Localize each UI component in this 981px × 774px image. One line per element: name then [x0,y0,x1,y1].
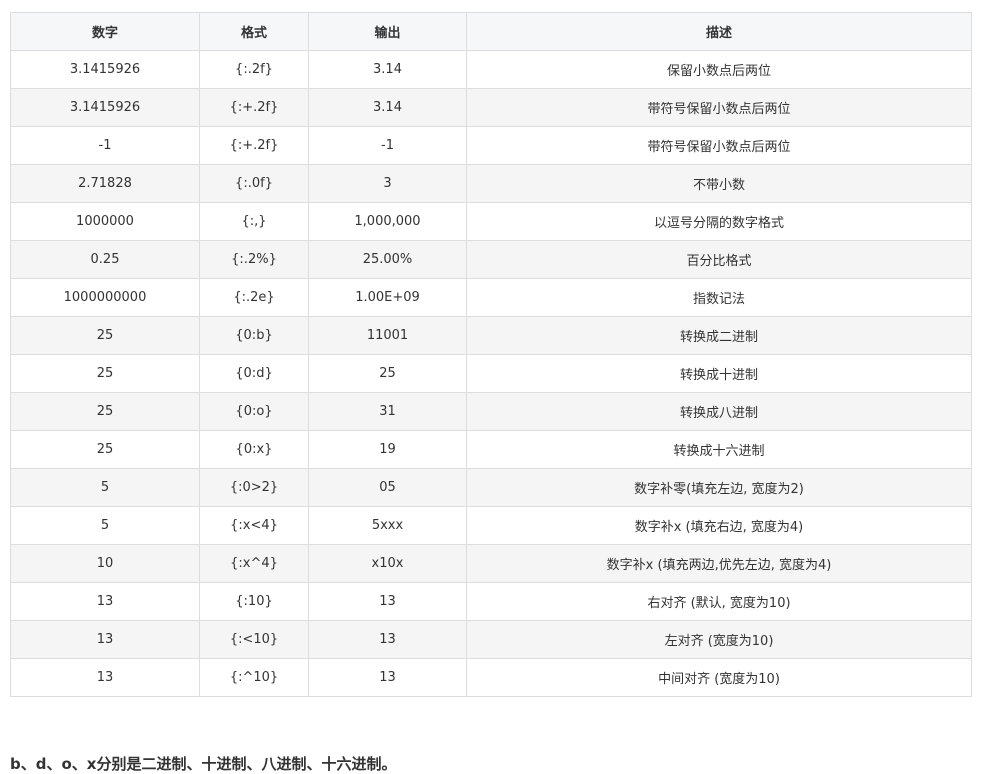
cell-output: 31 [308,392,467,431]
format-table-container: 数字 格式 输出 描述 3.1415926 {:.2f} 3.14 保留小数点后两位 … [10,12,972,697]
table-row: 0.25 {:.2%} 25.00% 百分比格式 [10,240,972,279]
cell-number: 3.1415926 [10,50,200,89]
cell-number: 5 [10,506,200,545]
cell-description: 左对齐 (宽度为10) [466,620,972,659]
cell-output: -1 [308,126,467,165]
cell-format: {:<10} [199,620,309,659]
cell-format: {:0>2} [199,468,309,507]
cell-number: 25 [10,430,200,469]
table-header-row: 数字 格式 输出 描述 [10,12,972,51]
table-row: 13 {:^10} 13 中间对齐 (宽度为10) [10,658,972,697]
cell-output: 3.14 [308,88,467,127]
cell-number: 5 [10,468,200,507]
cell-format: {:.2f} [199,50,309,89]
cell-output: 13 [308,582,467,621]
cell-format: {:x^4} [199,544,309,583]
format-table: 数字 格式 输出 描述 3.1415926 {:.2f} 3.14 保留小数点后两位 … [10,12,972,697]
cell-description: 中间对齐 (宽度为10) [466,658,972,697]
cell-format: {0:o} [199,392,309,431]
cell-output: 19 [308,430,467,469]
cell-description: 转换成八进制 [466,392,972,431]
cell-description: 保留小数点后两位 [466,50,972,89]
cell-number: 25 [10,354,200,393]
cell-output: 05 [308,468,467,507]
cell-description: 转换成十进制 [466,354,972,393]
cell-description: 右对齐 (默认, 宽度为10) [466,582,972,621]
header-format: 格式 [199,12,309,51]
cell-description: 带符号保留小数点后两位 [466,126,972,165]
cell-format: {:10} [199,582,309,621]
cell-description: 带符号保留小数点后两位 [466,88,972,127]
table-row: 3.1415926 {:.2f} 3.14 保留小数点后两位 [10,50,972,89]
table-row: 5 {:0>2} 05 数字补零(填充左边, 宽度为2) [10,468,972,507]
cell-output: 25 [308,354,467,393]
table-row: 3.1415926 {:+.2f} 3.14 带符号保留小数点后两位 [10,88,972,127]
table-row: 2.71828 {:.0f} 3 不带小数 [10,164,972,203]
cell-format: {0:d} [199,354,309,393]
cell-output: 13 [308,620,467,659]
table-row: -1 {:+.2f} -1 带符号保留小数点后两位 [10,126,972,165]
cell-format: {:.2%} [199,240,309,279]
header-number: 数字 [10,12,200,51]
cell-description: 不带小数 [466,164,972,203]
cell-format: {:^10} [199,658,309,697]
cell-output: x10x [308,544,467,583]
cell-number: 1000000000 [10,278,200,317]
table-row: 25 {0:o} 31 转换成八进制 [10,392,972,431]
table-body: 3.1415926 {:.2f} 3.14 保留小数点后两位 3.1415926 {:+… [10,50,972,697]
table-row: 5 {:x<4} 5xxx 数字补x (填充右边, 宽度为4) [10,506,972,545]
cell-description: 转换成二进制 [466,316,972,355]
table-row: 10 {:x^4} x10x 数字补x (填充两边,优先左边, 宽度为4) [10,544,972,583]
cell-number: 2.71828 [10,164,200,203]
cell-description: 以逗号分隔的数字格式 [466,202,972,241]
cell-number: 13 [10,658,200,697]
cell-output: 11001 [308,316,467,355]
cell-format: {0:x} [199,430,309,469]
table-row: 25 {0:d} 25 转换成十进制 [10,354,972,393]
cell-output: 5xxx [308,506,467,545]
header-description: 描述 [466,12,972,51]
cell-format: {:.0f} [199,164,309,203]
cell-format: {:x<4} [199,506,309,545]
cell-number: 1000000 [10,202,200,241]
cell-description: 数字补x (填充右边, 宽度为4) [466,506,972,545]
header-output: 输出 [308,12,467,51]
cell-description: 数字补x (填充两边,优先左边, 宽度为4) [466,544,972,583]
cell-format: {0:b} [199,316,309,355]
cell-number: 10 [10,544,200,583]
cell-output: 3.14 [308,50,467,89]
table-row: 13 {:10} 13 右对齐 (默认, 宽度为10) [10,582,972,621]
table-row: 25 {0:b} 11001 转换成二进制 [10,316,972,355]
cell-output: 3 [308,164,467,203]
cell-description: 数字补零(填充左边, 宽度为2) [466,468,972,507]
base-note: b、d、o、x分别是二进制、十进制、八进制、十六进制。 [10,755,397,773]
cell-output: 25.00% [308,240,467,279]
cell-number: 0.25 [10,240,200,279]
cell-format: {:.2e} [199,278,309,317]
cell-output: 1,000,000 [308,202,467,241]
cell-format: {:,} [199,202,309,241]
cell-output: 13 [308,658,467,697]
cell-description: 百分比格式 [466,240,972,279]
cell-output: 1.00E+09 [308,278,467,317]
cell-number: -1 [10,126,200,165]
cell-description: 指数记法 [466,278,972,317]
table-row: 1000000000 {:.2e} 1.00E+09 指数记法 [10,278,972,317]
cell-number: 25 [10,392,200,431]
cell-format: {:+.2f} [199,88,309,127]
cell-number: 3.1415926 [10,88,200,127]
cell-number: 25 [10,316,200,355]
cell-number: 13 [10,620,200,659]
cell-format: {:+.2f} [199,126,309,165]
cell-description: 转换成十六进制 [466,430,972,469]
table-row: 1000000 {:,} 1,000,000 以逗号分隔的数字格式 [10,202,972,241]
table-row: 13 {:<10} 13 左对齐 (宽度为10) [10,620,972,659]
table-row: 25 {0:x} 19 转换成十六进制 [10,430,972,469]
cell-number: 13 [10,582,200,621]
